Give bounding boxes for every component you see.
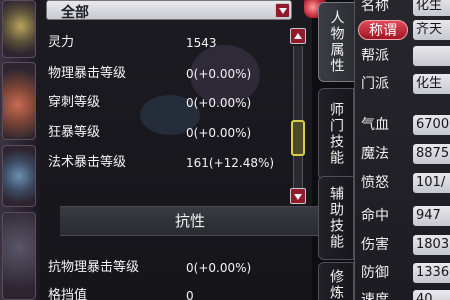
stat-value: 1543 [186, 36, 217, 50]
attr-label: 气血 [361, 117, 389, 133]
attr-value: 947 [413, 206, 450, 226]
section-header-resist: 抗性 [60, 206, 320, 236]
stat-label: 格挡值 [48, 288, 88, 300]
stat-value: 0(+0.00%) [186, 67, 252, 81]
stat-label: 灵力 [48, 35, 75, 50]
attr-label: 魔法 [361, 146, 389, 162]
attr-row-hp: 气血 6700 [355, 113, 450, 137]
tab-auxiliary-skills[interactable]: 辅助技能 [318, 176, 354, 260]
filter-row: 全部 [46, 0, 332, 21]
item-slot[interactable] [2, 145, 36, 207]
attribute-panel: 名称 化生 称谓 齐天 帮派 门派 化生 气血 6700 魔法 8875 愤怒 … [354, 0, 450, 300]
stat-row: 物理暴击等级 0(+0.00%) [48, 61, 288, 87]
tab-character-attributes[interactable]: 人物属性 [318, 2, 354, 82]
attr-value: 6700 [413, 115, 450, 135]
stat-label: 穿刺等级 [48, 95, 101, 110]
inventory-strip [0, 0, 40, 300]
tab-school-skills[interactable]: 师门技能 [318, 88, 354, 180]
stat-row: 灵力 1543 [48, 30, 288, 56]
attr-row-speed: 速度 40 [355, 288, 450, 300]
attr-row-rage: 愤怒 101/ [355, 171, 450, 195]
stat-row: 穿刺等级 0(+0.00%) [48, 90, 288, 116]
attr-value: 齐天 [413, 20, 450, 40]
attr-value [413, 46, 450, 66]
stat-row: 法术暴击等级 161(+12.48%) [48, 150, 288, 176]
attr-row-name: 名称 化生 [355, 0, 450, 18]
stat-row: 抗物理暴击等级 0(+0.00%) [48, 255, 288, 281]
attr-label: 命中 [361, 208, 389, 224]
attr-label: 防御 [361, 265, 389, 281]
scroll-up-button[interactable] [290, 28, 306, 44]
stat-row: 狂暴等级 0(+0.00%) [48, 120, 288, 146]
stat-label: 法术暴击等级 [48, 155, 127, 170]
scroll-down-button[interactable] [290, 188, 306, 204]
stats-panel: 全部 灵力 1543 物理暴击等级 0(+0.00%) 穿刺等级 0(+0.00… [40, 0, 326, 300]
attr-value: 化生 [413, 0, 450, 16]
item-slot[interactable] [2, 212, 36, 300]
stat-value: 161(+12.48%) [186, 156, 275, 170]
item-slot[interactable] [2, 0, 36, 58]
attr-value: 101/ [413, 173, 450, 193]
attr-row-damage: 伤害 1803 [355, 233, 450, 257]
attr-row-guild: 帮派 [355, 44, 450, 68]
attr-value: 8875 [413, 144, 450, 164]
filter-dropdown[interactable]: 全部 [46, 0, 292, 21]
attr-row-school: 门派 化生 [355, 72, 450, 96]
filter-selected: 全部 [61, 5, 89, 21]
stat-label: 物理暴击等级 [48, 66, 127, 81]
attr-label: 名称 [361, 0, 389, 14]
attr-label: 帮派 [361, 48, 389, 64]
stat-value: 0 [186, 289, 194, 300]
stat-row: 格挡值 0 [48, 283, 288, 300]
attr-label: 门派 [361, 76, 389, 92]
stat-value: 0(+0.00%) [186, 261, 252, 275]
attr-value: 1336 [413, 263, 450, 283]
attr-label: 伤害 [361, 237, 389, 253]
attr-label: 速度 [361, 292, 389, 300]
attr-row-defense: 防御 1336 [355, 261, 450, 285]
item-slot[interactable] [2, 62, 36, 140]
attr-value: 1803 [413, 235, 450, 255]
attr-value: 40 [413, 290, 450, 300]
attr-row-mp: 魔法 8875 [355, 142, 450, 166]
attr-label: 愤怒 [361, 175, 389, 191]
stat-value: 0(+0.00%) [186, 126, 252, 140]
attr-row-title: 称谓 齐天 [355, 18, 450, 42]
attr-row-hit: 命中 947 [355, 204, 450, 228]
stat-label: 抗物理暴击等级 [48, 260, 140, 275]
stat-value: 0(+0.00%) [186, 96, 252, 110]
tab-cultivation[interactable]: 修炼 [318, 262, 354, 300]
scrollbar-thumb[interactable] [291, 120, 305, 156]
dropdown-arrow-icon[interactable] [275, 3, 290, 18]
stat-label: 狂暴等级 [48, 125, 101, 140]
attr-value: 化生 [413, 74, 450, 94]
title-badge[interactable]: 称谓 [358, 20, 408, 40]
